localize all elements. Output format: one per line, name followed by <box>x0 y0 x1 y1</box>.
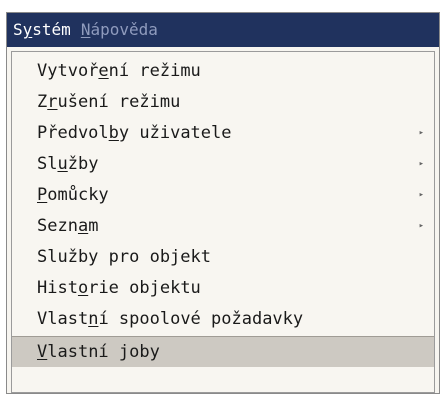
menu-help[interactable]: Nápověda <box>81 13 158 47</box>
menu-item-text: žby <box>67 154 99 174</box>
menu-item-accelerator: a <box>77 216 89 236</box>
menu-item-text: omůcky <box>47 185 109 205</box>
menu-item-text: rie objektu <box>88 278 201 298</box>
menu-help-accelerator: N <box>80 20 91 39</box>
menu-item-services[interactable]: Služby ▸ <box>12 149 434 180</box>
menu-item-accelerator: e <box>98 61 109 81</box>
window-frame: Systém Nápověda Vytvoření režimu Zrušení… <box>6 12 440 394</box>
menu-item-accelerator: o <box>77 278 89 298</box>
menu-item-services-for-object[interactable]: Služby pro objekt <box>12 242 434 273</box>
menu-item-accelerator: V <box>37 342 48 362</box>
menu-item-own-jobs[interactable]: Vlastní joby <box>12 336 434 367</box>
menu-item-create-session[interactable]: Vytvoření režimu <box>12 56 434 87</box>
menu-system-label-a: S <box>13 20 23 39</box>
menu-item-own-spool-requests[interactable]: Vlastní spoolové požadavky <box>12 304 434 335</box>
menu-item-text: m <box>88 216 99 236</box>
menu-item-text: Vytvoř <box>37 61 99 81</box>
menu-item-object-history[interactable]: Historie objektu <box>12 273 434 304</box>
menu-system-accelerator: y <box>22 20 33 39</box>
menu-item-utilities[interactable]: Pomůcky ▸ <box>12 180 434 211</box>
menu-item-accelerator: u <box>57 154 68 174</box>
menu-item-user-profile[interactable]: Předvolby uživatele ▸ <box>12 118 434 149</box>
menu-item-text: Služby pro objekt <box>37 247 211 267</box>
submenu-arrow-icon: ▸ <box>418 159 424 169</box>
menu-item-list[interactable]: Seznam ▸ <box>12 211 434 242</box>
menu-item-accelerator: P <box>37 185 48 205</box>
menu-item-text: Sl <box>37 154 58 174</box>
menu-item-text: y uživatele <box>118 123 232 143</box>
menu-bar: Systém Nápověda <box>7 13 439 47</box>
menu-item-text: Z <box>37 92 48 112</box>
menu-item-text: í spoolové požadavky <box>98 309 304 329</box>
menu-item-text: lastní joby <box>47 342 160 362</box>
submenu-arrow-icon: ▸ <box>418 128 424 138</box>
menu-item-text: ní režimu <box>108 61 201 81</box>
menu-help-label-b: ápověda <box>90 20 158 39</box>
menu-item-accelerator: n <box>88 309 99 329</box>
system-dropdown-menu: Vytvoření režimu Zrušení režimu Předvolb… <box>11 51 435 393</box>
menu-item-end-session[interactable]: Zrušení režimu <box>12 87 434 118</box>
submenu-arrow-icon: ▸ <box>418 221 424 231</box>
menu-item-accelerator: r <box>47 92 58 112</box>
menu-item-text: Předvol <box>37 123 109 143</box>
menu-item-text: ušení režimu <box>57 92 181 112</box>
menu-item-text: Vlast <box>37 309 89 329</box>
menu-item-text: Sezn <box>37 216 78 236</box>
menu-system-label-b: stém <box>32 20 71 39</box>
menu-system[interactable]: Systém <box>13 13 71 47</box>
menu-item-text: Hist <box>37 278 78 298</box>
submenu-arrow-icon: ▸ <box>418 190 424 200</box>
menu-item-accelerator: b <box>108 123 119 143</box>
